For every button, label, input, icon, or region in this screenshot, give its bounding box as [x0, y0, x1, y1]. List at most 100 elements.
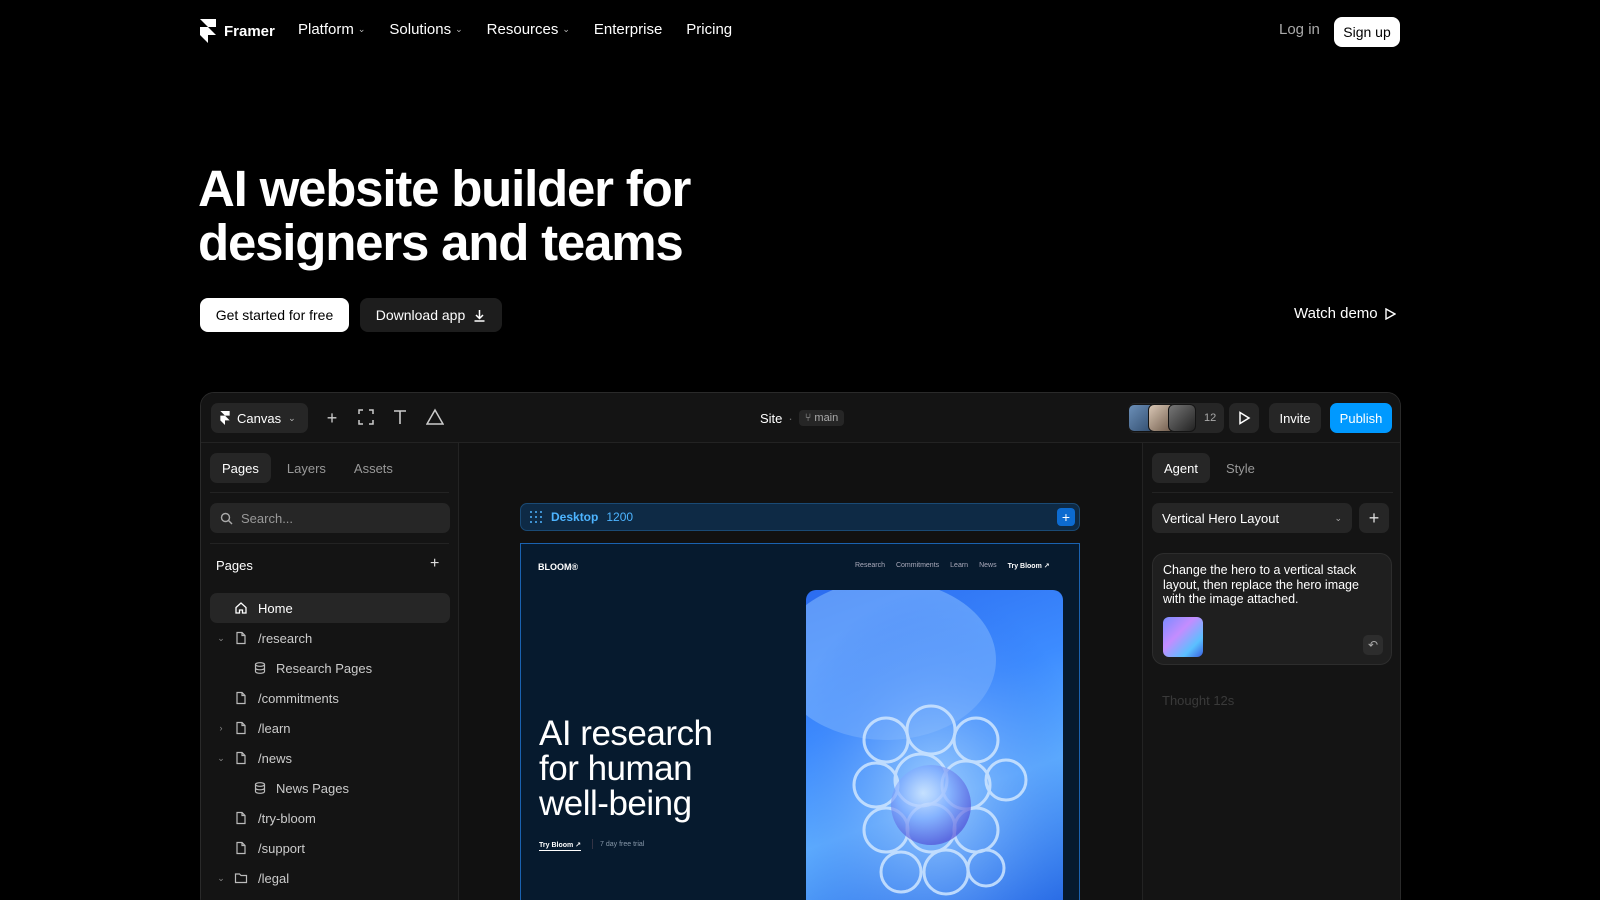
preview-nav-item: Commitments: [895, 562, 940, 569]
thought-status: Thought 12s: [1162, 693, 1235, 708]
page-item[interactable]: /support: [210, 833, 450, 863]
nav-pricing-label: Pricing: [686, 21, 733, 38]
chevron-down-icon[interactable]: ⌄: [216, 753, 226, 764]
nav-solutions-label: Solutions: [389, 21, 452, 38]
chat-message-text: Change the hero to a vertical stack layo…: [1163, 563, 1359, 606]
page-item-label: Research Pages: [276, 660, 373, 676]
preview-headline-line: for human: [539, 749, 693, 788]
nav-pricing[interactable]: Pricing: [686, 21, 732, 38]
page-item-label: /try-bloom: [258, 810, 316, 826]
play-icon: [1384, 307, 1396, 320]
frame-icon[interactable]: [356, 408, 376, 428]
page-item[interactable]: /commitments: [210, 683, 450, 713]
page-item-label: /support: [258, 840, 305, 856]
search-input[interactable]: Search...: [210, 503, 450, 533]
chevron-down-icon: ⌄: [455, 24, 463, 34]
download-app-button[interactable]: Download app: [360, 298, 502, 332]
tab-style[interactable]: Style: [1214, 453, 1267, 483]
site-preview-frame[interactable]: BLOOM® Research Commitments Learn News T…: [520, 543, 1080, 900]
download-icon: [474, 309, 485, 322]
preview-trial-text: 7 day free trial: [600, 841, 645, 848]
login-link[interactable]: Log in: [1279, 21, 1320, 38]
right-panel: Agent Style Vertical Hero Layout ⌄ + Cha…: [1142, 443, 1400, 900]
page-item[interactable]: ⌄ /news: [210, 743, 450, 773]
divider: [210, 543, 449, 544]
grid-dots-icon: [530, 511, 542, 523]
framer-logo-link[interactable]: Framer: [200, 19, 275, 43]
layout-select[interactable]: Vertical Hero Layout ⌄: [1152, 503, 1352, 533]
get-started-button[interactable]: Get started for free: [200, 298, 349, 332]
breakpoint-bar[interactable]: Desktop 1200 +: [520, 503, 1080, 531]
nav-platform[interactable]: Platform ⌄: [298, 21, 365, 38]
chevron-down-icon[interactable]: ⌄: [216, 873, 226, 884]
plus-icon: +: [1368, 507, 1380, 528]
hero-title-line1: AI website builder for: [198, 160, 691, 217]
app-toolbar: Canvas ⌄ + Site · ⑂ main 12 Invite Publi…: [201, 393, 1400, 443]
preview-headline: AI research for human well-being: [539, 716, 779, 821]
preview-logo: BLOOM®: [538, 562, 579, 572]
preview-cta: Try Bloom ↗: [539, 842, 582, 851]
preview-headline-line: AI research: [539, 714, 713, 753]
divider: [592, 839, 593, 849]
canvas-area[interactable]: Desktop 1200 + BLOOM® Research Commitmen…: [460, 443, 1141, 900]
page-item[interactable]: Home: [210, 593, 450, 623]
page-item[interactable]: › /learn: [210, 713, 450, 743]
nav-resources[interactable]: Resources ⌄: [487, 21, 570, 38]
tab-pages[interactable]: Pages: [210, 453, 271, 483]
watch-demo-link[interactable]: Watch demo: [1294, 305, 1396, 322]
tab-assets[interactable]: Assets: [342, 453, 405, 483]
watch-demo-label: Watch demo: [1294, 305, 1378, 322]
database-icon: [253, 661, 267, 675]
attached-image-thumbnail[interactable]: [1163, 617, 1203, 657]
chevron-down-icon[interactable]: ⌄: [216, 633, 226, 644]
layout-select-value: Vertical Hero Layout: [1162, 510, 1280, 526]
text-tool-icon[interactable]: [390, 408, 410, 428]
add-breakpoint-icon[interactable]: +: [1057, 508, 1075, 526]
avatar: [1168, 404, 1196, 432]
page-item[interactable]: Research Pages: [210, 653, 450, 683]
page-item[interactable]: News Pages: [210, 773, 450, 803]
insert-icon[interactable]: +: [322, 408, 342, 428]
site-label: Site: [760, 410, 783, 426]
pages-section-title: Pages: [216, 558, 253, 573]
brand-name: Framer: [224, 22, 275, 40]
page-item-label: /learn: [258, 720, 291, 736]
chat-message: Change the hero to a vertical stack layo…: [1152, 553, 1392, 665]
tab-layers[interactable]: Layers: [275, 453, 338, 483]
divider: [1152, 492, 1393, 493]
add-page-icon[interactable]: +: [430, 555, 439, 573]
page-item-label: /commitments: [258, 690, 339, 706]
preview-button[interactable]: [1229, 403, 1259, 433]
branch-badge[interactable]: ⑂ main: [798, 410, 845, 426]
page-item-label: /legal: [258, 870, 290, 886]
tab-agent[interactable]: Agent: [1152, 453, 1210, 483]
shape-tool-icon[interactable]: [425, 408, 445, 428]
right-tabs: Agent Style: [1152, 453, 1267, 483]
page-icon: [234, 811, 248, 825]
branch-name: main: [814, 412, 839, 424]
database-icon: [253, 781, 267, 795]
page-item[interactable]: /try-bloom: [210, 803, 450, 833]
signup-button[interactable]: Sign up: [1334, 17, 1400, 47]
collaborators[interactable]: 12: [1128, 403, 1225, 433]
chevron-down-icon: ⌄: [1334, 512, 1342, 523]
page-item-label: /research: [258, 630, 313, 646]
canvas-menu-button[interactable]: Canvas ⌄: [211, 403, 308, 433]
invite-button[interactable]: Invite: [1269, 403, 1321, 433]
page-item[interactable]: ⌄ /research: [210, 623, 450, 653]
publish-button[interactable]: Publish: [1330, 403, 1392, 433]
page-icon: [234, 841, 248, 855]
chevron-right-icon[interactable]: ›: [216, 723, 226, 733]
hero-title: AI website builder for designers and tea…: [198, 162, 758, 270]
page-icon: [234, 631, 248, 645]
nav-enterprise-label: Enterprise: [593, 21, 663, 38]
preview-nav-item: Learn: [950, 562, 969, 569]
divider: [210, 492, 449, 493]
page-item[interactable]: ⌄ /legal: [210, 863, 450, 893]
nav-enterprise[interactable]: Enterprise: [594, 21, 662, 38]
new-chat-button[interactable]: +: [1359, 503, 1389, 533]
nav-solutions[interactable]: Solutions ⌄: [389, 21, 462, 38]
app-window: Canvas ⌄ + Site · ⑂ main 12 Invite Publi…: [200, 392, 1401, 900]
site-switcher[interactable]: Site · ⑂ main: [760, 410, 845, 426]
undo-icon[interactable]: ↶: [1363, 635, 1383, 655]
